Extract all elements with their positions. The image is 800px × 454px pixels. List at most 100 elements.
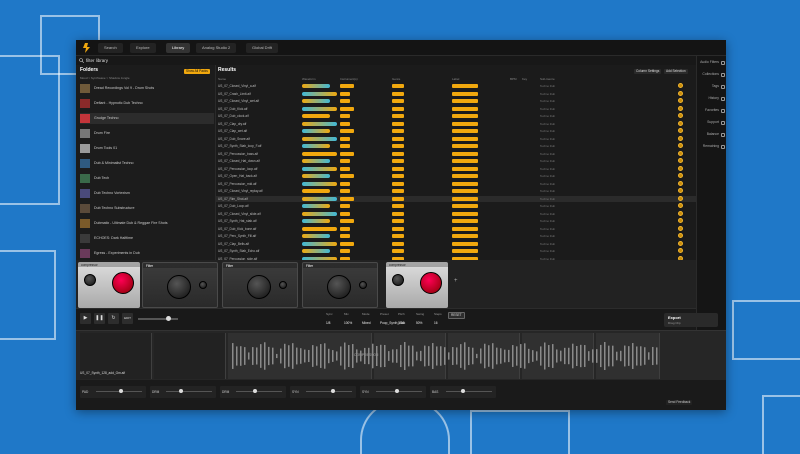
instrument-tag[interactable]	[340, 234, 350, 238]
reset-button[interactable]: RESET	[448, 312, 465, 319]
result-row[interactable]: US_07_Percussion_loop.aif Techno Dub	[216, 165, 696, 172]
genre-tag[interactable]	[392, 144, 404, 148]
label-tag[interactable]	[452, 226, 478, 231]
instrument-tag[interactable]	[340, 114, 350, 118]
result-row[interactable]: US_07_Closed_Vinyl_replay.aif Techno Dub	[216, 188, 696, 194]
add-selection-button[interactable]: Add Selection	[664, 69, 688, 74]
waveform-preview[interactable]	[302, 181, 337, 186]
knob[interactable]	[199, 281, 207, 289]
right-sidebar-item[interactable]: History	[699, 96, 725, 104]
credit-coin-icon[interactable]	[678, 158, 683, 163]
credit-coin-icon[interactable]	[678, 203, 683, 208]
result-row[interactable]: US_07_Synth_Hat_stab.aif Techno Dub	[216, 218, 696, 224]
param-value[interactable]: 1/16	[398, 321, 404, 325]
knob[interactable]	[84, 274, 96, 286]
param-value[interactable]: 50%	[416, 321, 422, 325]
credit-coin-icon[interactable]	[678, 225, 683, 231]
genre-tag[interactable]	[392, 219, 404, 223]
waveform-preview[interactable]	[302, 211, 337, 216]
instrument-tag[interactable]	[340, 249, 350, 253]
genre-tag[interactable]	[392, 106, 404, 111]
genre-tag[interactable]	[392, 121, 404, 126]
credit-coin-icon[interactable]	[678, 173, 683, 178]
waveform-preview[interactable]	[302, 91, 337, 96]
export-button[interactable]: Export Drag Clip	[664, 313, 718, 327]
result-row[interactable]: US_07_Closed_Vinyl_wet.aif Techno Dub	[216, 98, 696, 104]
col-key[interactable]: Key	[522, 77, 527, 81]
knob[interactable]	[392, 274, 404, 286]
folder-item[interactable]: Drum Fire	[80, 128, 214, 139]
result-row[interactable]: US_07_Open_Hat_back.aif Techno Dub	[216, 173, 696, 179]
genre-tag[interactable]	[392, 211, 404, 216]
col-waveform[interactable]: Waveform	[302, 77, 316, 81]
channel-fader-thumb[interactable]	[394, 389, 399, 393]
waveform-preview[interactable]	[302, 189, 330, 193]
knob[interactable]	[359, 281, 367, 289]
credit-coin-icon[interactable]	[678, 165, 683, 171]
result-row[interactable]: US_07_Percussion_mid.aif Techno Dub	[216, 180, 696, 187]
rack-filter-3[interactable]: Filter	[302, 262, 378, 308]
credit-coin-icon[interactable]	[678, 128, 683, 133]
label-tag[interactable]	[452, 121, 478, 126]
channel-fader[interactable]	[446, 391, 492, 392]
waveform-preview[interactable]	[302, 121, 337, 126]
waveform-preview[interactable]	[302, 144, 330, 148]
folder-item[interactable]: Drum Tools 01	[80, 143, 214, 154]
waveform-preview[interactable]	[302, 151, 337, 156]
instrument-tag[interactable]	[340, 226, 350, 231]
label-tag[interactable]	[452, 84, 478, 88]
genre-tag[interactable]	[392, 196, 404, 201]
result-row[interactable]: US_07_Dub_clock.aif Techno Dub	[216, 113, 696, 119]
genre-tag[interactable]	[392, 204, 404, 208]
col-subgenre[interactable]: Sub-Genre	[540, 77, 555, 81]
tab-search[interactable]: Search	[98, 43, 123, 53]
folder-item[interactable]: Egress - Experiments in Dub	[80, 248, 214, 259]
instrument-tag[interactable]	[340, 91, 350, 96]
genre-tag[interactable]	[392, 151, 404, 156]
genre-tag[interactable]	[392, 159, 404, 163]
instrument-tag[interactable]	[340, 84, 354, 88]
credit-coin-icon[interactable]	[678, 135, 683, 141]
instrument-tag[interactable]	[340, 174, 354, 178]
credit-coin-icon[interactable]	[678, 195, 683, 201]
right-sidebar-item[interactable]: Support	[699, 120, 725, 128]
waveform-preview[interactable]	[302, 234, 330, 238]
genre-tag[interactable]	[392, 174, 404, 178]
instrument-tag[interactable]	[340, 211, 350, 216]
knob-large[interactable]	[112, 272, 134, 294]
credit-coin-icon[interactable]	[678, 113, 683, 118]
folder-item[interactable]: Defiant - Hypnotic Dub Techno	[80, 98, 214, 109]
instrument-tag[interactable]	[340, 181, 350, 186]
label-tag[interactable]	[452, 196, 478, 201]
waveform-preview[interactable]	[302, 204, 330, 208]
waveform-preview[interactable]	[302, 136, 337, 141]
right-sidebar-item[interactable]: Balance	[699, 132, 725, 140]
waveform-preview[interactable]	[302, 129, 330, 133]
genre-tag[interactable]	[392, 136, 404, 141]
folder-item[interactable]: Dub Tech	[80, 173, 214, 184]
folder-item[interactable]: ECHOES: Dark Halftime	[80, 233, 214, 244]
col-instrument[interactable]: Instrument(s)	[340, 77, 358, 81]
mixer-channel[interactable]: SYN	[290, 386, 356, 398]
result-row[interactable]: US_07_Percussion_bass.aif Techno Dub	[216, 150, 696, 157]
instrument-tag[interactable]	[340, 121, 350, 126]
credit-coin-icon[interactable]	[678, 90, 683, 96]
tab-library[interactable]: Library	[166, 43, 191, 53]
instrument-tag[interactable]	[340, 151, 354, 156]
result-row[interactable]: US_07_Closed_Vinyl_slide.aif Techno Dub	[216, 210, 696, 217]
label-tag[interactable]	[452, 129, 478, 133]
genre-tag[interactable]	[392, 234, 404, 238]
rack-compressor-2[interactable]: compressor	[386, 262, 448, 308]
genre-tag[interactable]	[392, 114, 404, 118]
param-value[interactable]: 16	[434, 321, 438, 325]
param-value[interactable]: 100%	[344, 321, 352, 325]
channel-fader[interactable]	[166, 391, 212, 392]
instrument-tag[interactable]	[340, 204, 350, 208]
knob-large[interactable]	[167, 275, 191, 299]
label-tag[interactable]	[452, 181, 478, 186]
label-tag[interactable]	[452, 219, 478, 223]
genre-tag[interactable]	[392, 91, 404, 96]
waveform-preview[interactable]	[302, 241, 337, 246]
genre-tag[interactable]	[392, 99, 404, 103]
waveform-preview[interactable]	[302, 84, 330, 88]
